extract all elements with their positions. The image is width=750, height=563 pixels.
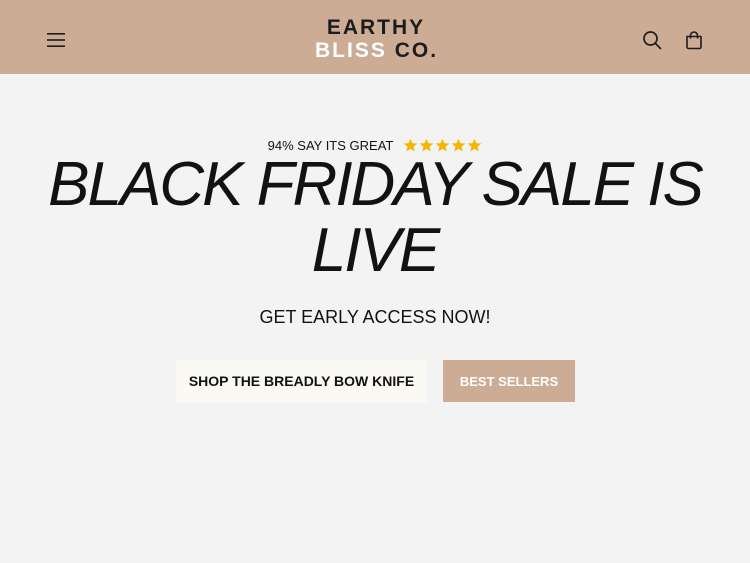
hero-headline: BLACK FRIDAY SALE IS LIVE	[48, 150, 704, 285]
cart-icon	[686, 31, 702, 50]
logo-word-bliss: BLISS	[315, 39, 387, 62]
shop-knife-button[interactable]: SHOP THE BREADLY BOW KNIFE	[176, 360, 427, 402]
search-button[interactable]	[638, 26, 666, 54]
logo-line-1: EARTHY	[326, 16, 426, 39]
hamburger-menu-icon	[47, 33, 65, 47]
brand-logo[interactable]: EARTHY BLISS CO.	[315, 16, 437, 66]
logo-word-co: CO.	[394, 39, 439, 62]
hero-subheading: GET EARLY ACCESS NOW!	[259, 307, 491, 327]
search-icon	[643, 31, 662, 50]
menu-button[interactable]	[40, 24, 72, 56]
logo-line-2: BLISS CO.	[315, 39, 437, 63]
site-header: EARTHY BLISS CO.	[0, 0, 750, 74]
cart-button[interactable]	[680, 26, 708, 54]
best-sellers-button[interactable]: BEST SELLERS	[443, 360, 575, 402]
